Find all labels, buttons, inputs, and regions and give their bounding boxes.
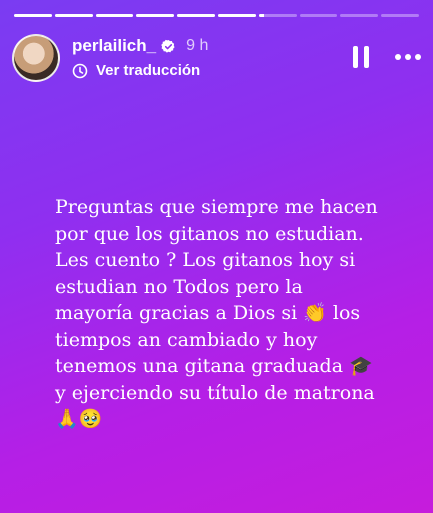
progress-segment bbox=[340, 14, 379, 17]
post-time: 9 h bbox=[186, 37, 209, 54]
story-meta: perlailich_ 9 h Ver traducción bbox=[72, 34, 208, 79]
user-row: perlailich_ 9 h bbox=[72, 34, 208, 58]
story-progress-bar bbox=[14, 14, 419, 17]
verified-badge-icon bbox=[161, 39, 175, 53]
see-translation-link[interactable]: Ver traducción bbox=[96, 62, 200, 79]
translate-row[interactable]: Ver traducción bbox=[72, 62, 208, 79]
progress-segment bbox=[299, 14, 338, 17]
progress-segment bbox=[258, 14, 297, 17]
username[interactable]: perlailich_ bbox=[72, 36, 156, 56]
story-caption: Preguntas que siempre me hacen por que l… bbox=[55, 196, 378, 430]
story-viewer: perlailich_ 9 h Ver traducción Preguntas… bbox=[0, 0, 433, 513]
pause-icon[interactable] bbox=[353, 46, 369, 68]
translate-icon bbox=[72, 63, 88, 78]
progress-segment bbox=[54, 14, 93, 17]
progress-segment bbox=[14, 14, 52, 17]
progress-segment bbox=[177, 14, 215, 17]
progress-segment bbox=[381, 14, 419, 17]
avatar[interactable] bbox=[12, 34, 60, 82]
progress-segment bbox=[217, 14, 256, 17]
story-controls bbox=[353, 46, 421, 68]
story-header: perlailich_ 9 h Ver traducción bbox=[12, 34, 421, 82]
progress-segment bbox=[95, 14, 134, 17]
more-options-icon[interactable] bbox=[395, 54, 421, 60]
progress-segment bbox=[136, 14, 175, 17]
